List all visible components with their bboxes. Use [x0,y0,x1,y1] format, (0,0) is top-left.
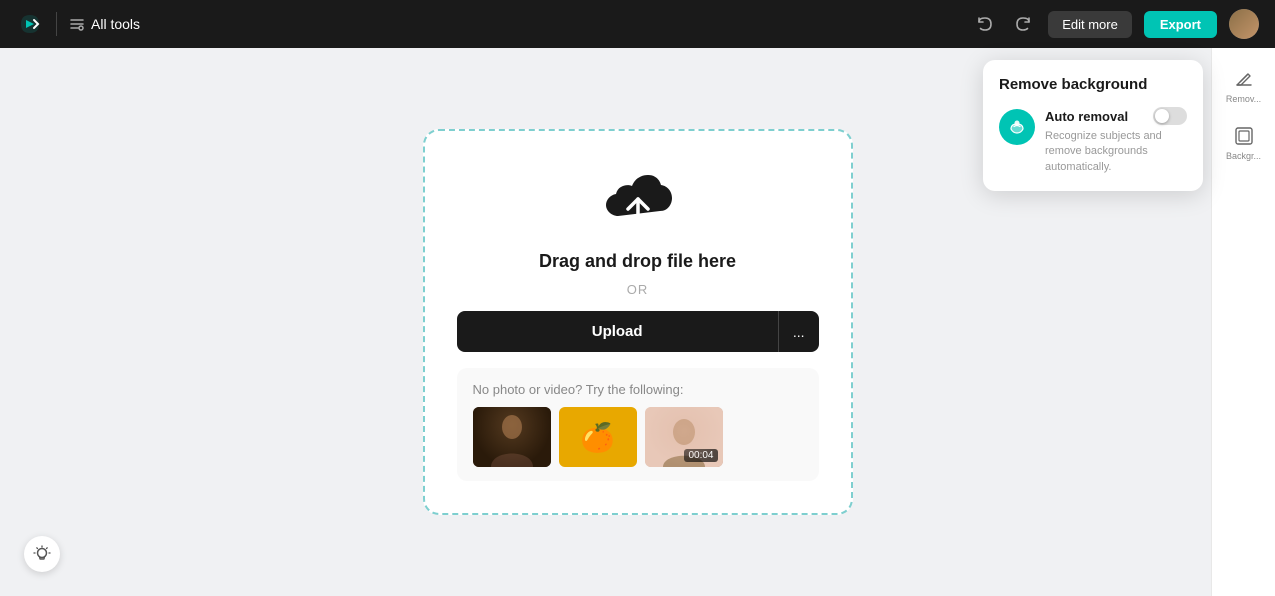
tools-icon [69,16,85,32]
auto-removal-row: Auto removal Recognize subjects and remo… [999,107,1187,175]
eraser-icon [1233,68,1255,90]
sample-thumb-person[interactable] [473,407,551,467]
sample-thumb-video[interactable]: 00:04 [645,407,723,467]
export-button[interactable]: Export [1144,11,1217,38]
all-tools-menu[interactable]: All tools [69,16,140,32]
sidebar-remove-label: Remov... [1226,94,1261,105]
auto-removal-toggle[interactable] [1153,107,1187,125]
person-thumb-svg [473,407,551,467]
auto-removal-header: Auto removal [1045,107,1187,125]
undo-redo-group [972,11,1036,37]
right-sidebar: Remov... Backgr... [1211,48,1275,596]
sample-section: No photo or video? Try the following: 🍊 [457,368,819,481]
upload-row: Upload ... [457,311,819,352]
sample-thumb-fruit[interactable]: 🍊 [559,407,637,467]
video-thumb-svg [645,407,723,467]
auto-removal-title: Auto removal [1045,109,1128,124]
or-label: OR [627,282,649,297]
all-tools-label: All tools [91,16,140,32]
avatar-image [1229,9,1259,39]
auto-removal-content: Auto removal Recognize subjects and remo… [1045,107,1187,175]
main-area: Drag and drop file here OR Upload ... No… [0,48,1275,596]
background-icon [1233,125,1255,147]
upload-button[interactable]: Upload [457,311,778,352]
redo-button[interactable] [1010,11,1036,37]
topnav: All tools Edit more Export [0,0,1275,48]
more-options-button[interactable]: ... [778,311,819,352]
cloud-upload-icon [598,167,678,237]
fruit-emoji: 🍊 [559,407,637,467]
lightbulb-icon [33,545,51,563]
hint-button[interactable] [24,536,60,572]
avatar[interactable] [1229,9,1259,39]
remove-bg-popup: Remove background Auto removal Recognize… [983,60,1203,191]
drop-zone[interactable]: Drag and drop file here OR Upload ... No… [423,129,853,515]
drag-drop-label: Drag and drop file here [539,251,736,272]
sample-thumbnails: 🍊 00:04 [473,407,803,467]
popup-title: Remove background [999,76,1187,93]
auto-removal-icon [999,109,1035,145]
edit-more-button[interactable]: Edit more [1048,11,1132,38]
sidebar-item-background[interactable]: Backgr... [1216,117,1272,170]
sidebar-background-label: Backgr... [1226,151,1261,162]
app-logo[interactable] [16,10,44,38]
video-duration-badge: 00:04 [684,449,717,462]
undo-button[interactable] [972,11,998,37]
sidebar-item-remove[interactable]: Remov... [1216,60,1272,113]
sample-prompt: No photo or video? Try the following: [473,382,803,397]
auto-removal-desc: Recognize subjects and remove background… [1045,129,1187,175]
nav-divider [56,12,57,36]
